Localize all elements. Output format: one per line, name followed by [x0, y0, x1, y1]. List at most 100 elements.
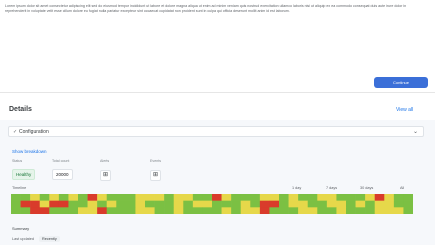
heatmap-cell	[173, 207, 184, 214]
heatmap-cell	[125, 200, 136, 208]
heatmap-cell	[145, 207, 155, 214]
heatmap-cell	[336, 200, 347, 208]
heatmap-cell	[231, 194, 242, 201]
heatmap-cell	[307, 194, 318, 201]
heatmap-cell	[58, 207, 69, 214]
stat-label: Total count	[52, 159, 70, 163]
heatmap-cell	[393, 200, 404, 208]
heatmap-cell	[403, 194, 413, 201]
heatmap-cell	[78, 200, 88, 208]
heatmap-cell	[183, 207, 194, 214]
heatmap-cell	[384, 200, 395, 208]
details-panel	[0, 120, 435, 245]
heatmap-cell	[58, 200, 69, 208]
heatmap-svg	[11, 194, 413, 214]
heatmap-cell	[279, 200, 289, 208]
heatmap-cell	[97, 200, 108, 208]
heatmap-cell	[164, 194, 175, 201]
heatmap-cell	[68, 207, 79, 214]
heatmap-cell	[307, 200, 318, 208]
heatmap-cell	[403, 207, 413, 214]
heatmap-cell	[374, 207, 385, 214]
footer-meta: Last updated Recently	[12, 236, 60, 242]
heatmap-cell	[87, 200, 98, 208]
heatmap-cell	[97, 207, 108, 214]
heatmap-cell	[106, 194, 117, 201]
tab-1d[interactable]: 1 day	[292, 186, 301, 190]
breakdown-link[interactable]: Show breakdown	[12, 149, 47, 154]
heatmap-cell	[326, 200, 337, 208]
heatmap-cell	[259, 207, 270, 214]
heatmap-cell	[183, 194, 194, 201]
view-all-link[interactable]: View all	[396, 107, 413, 113]
alert-icon[interactable]: ⊞	[100, 170, 111, 181]
heatmap-cell	[221, 200, 232, 208]
heatmap-cell	[326, 207, 337, 214]
heatmap-cell	[317, 207, 328, 214]
stat-status: Status Healthy	[12, 159, 36, 181]
heatmap-cell	[116, 194, 127, 201]
heatmap-cell	[20, 207, 31, 214]
configuration-select[interactable]: ✓ Configuration ⌄	[8, 126, 424, 137]
heatmap-cell	[173, 200, 184, 208]
tab-7d[interactable]: 7 days	[326, 186, 337, 190]
heatmap-cell	[355, 207, 366, 214]
heatmap-cell	[145, 200, 155, 208]
heatmap-cell	[298, 194, 309, 201]
heatmap-cell	[125, 194, 136, 201]
heatmap-cell	[346, 194, 356, 201]
heatmap-cell	[346, 200, 356, 208]
heatmap-cell	[240, 207, 251, 214]
heatmap-cell	[145, 194, 155, 201]
heatmap-cell	[135, 200, 146, 208]
heatmap-cell	[298, 207, 309, 214]
heatmap-cell	[87, 207, 98, 214]
stat-total: Total count 20000	[52, 159, 73, 181]
heatmap-cell	[164, 207, 175, 214]
heatmap-cell	[11, 207, 21, 214]
total-count-value: 20000	[52, 169, 73, 180]
heatmap-cell	[336, 207, 347, 214]
heatmap-cell	[154, 207, 165, 214]
heatmap-cell	[231, 200, 242, 208]
heatmap-cell	[374, 200, 385, 208]
heatmap-cell	[355, 200, 366, 208]
heatmap-cell	[192, 194, 203, 201]
heatmap-cell	[250, 200, 261, 208]
primary-button[interactable]: Continue	[374, 77, 428, 88]
heatmap-cell	[336, 194, 347, 201]
heatmap-cell	[212, 194, 222, 201]
heatmap-cell	[58, 194, 69, 201]
heatmap-cell	[365, 194, 376, 201]
heatmap-cell	[68, 194, 79, 201]
heatmap-cell	[317, 200, 328, 208]
tab-30d[interactable]: 30 days	[360, 186, 373, 190]
heatmap-cell	[403, 200, 413, 208]
section-title: Details	[9, 106, 32, 113]
heatmap-cell	[30, 194, 41, 201]
heatmap-cell	[49, 194, 60, 201]
heatmap-cell	[125, 207, 136, 214]
heatmap-cell	[393, 207, 404, 214]
footer-label: Summary	[12, 226, 30, 231]
heatmap-cell	[288, 207, 299, 214]
heatmap-cell	[259, 200, 270, 208]
heatmap-cell	[135, 207, 146, 214]
heatmap-cell	[154, 194, 165, 201]
tab-all[interactable]: All	[400, 186, 404, 190]
heatmap-cell	[97, 194, 108, 201]
stat-alerts: Alerts ⊞	[100, 159, 111, 181]
heatmap-cell	[384, 207, 395, 214]
heatmap-cell	[240, 194, 251, 201]
heatmap-cell	[39, 200, 50, 208]
heatmap-cell	[106, 207, 117, 214]
heatmap-cell	[365, 200, 376, 208]
heatmap-cell	[20, 200, 31, 208]
heatmap-cell	[192, 207, 203, 214]
stat-label: Status	[12, 159, 23, 163]
stat-label: Alerts	[100, 159, 110, 163]
heatmap-cell	[231, 207, 242, 214]
heatmap-cell	[212, 200, 222, 208]
event-icon[interactable]: ⊞	[150, 170, 161, 181]
heatmap-cell	[87, 194, 98, 201]
